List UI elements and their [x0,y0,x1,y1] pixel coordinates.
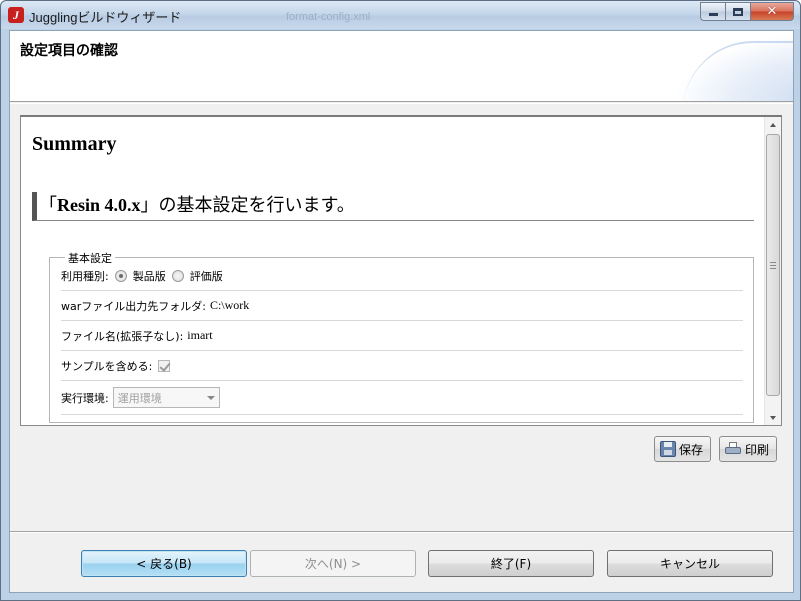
save-button[interactable]: 保存 [654,436,711,462]
close-button[interactable]: ✕ [751,2,794,21]
radio-product-label: 製品版 [132,269,166,283]
wizard-header: 設定項目の確認 [10,31,793,102]
summary-panel: Summary 「Resin 4.0.x」の基本設定を行います。 基本設定 利用… [20,115,782,426]
section-heading: 「Resin 4.0.x」の基本設定を行います。 [32,192,754,221]
print-button[interactable]: 印刷 [719,436,777,462]
war-output-row: warファイル出力先フォルダ: C:\work [61,291,743,321]
print-label: 印刷 [745,442,770,457]
save-disk-icon [660,441,676,457]
finish-button[interactable]: 終了(F) [428,550,594,577]
maximize-button[interactable] [726,2,751,21]
chevron-down-icon [206,395,215,400]
include-samples-label: サンプルを含める: [61,359,153,373]
window-controls: ✕ [700,2,794,21]
filename-value: imart [187,328,213,342]
war-output-value: C:\work [209,298,250,312]
section-bracket-open: 「 [39,195,57,215]
header-divider [10,103,793,104]
scroll-up-button[interactable] [765,117,781,133]
close-icon: ✕ [766,4,778,19]
section-product-name: Resin 4.0.x [57,195,141,215]
grip-icon [770,261,776,269]
cancel-button[interactable]: キャンセル [607,550,773,577]
arrow-down-icon [770,416,776,420]
section-bracket-close: 」 [140,195,159,215]
printer-icon [725,442,741,456]
section-text: の基本設定を行います。 [158,195,355,215]
war-output-label: warファイル出力先フォルダ: [61,299,206,313]
usage-type-row: 利用種別: 製品版 評価版 [61,261,743,291]
next-button[interactable]: 次へ(N) > [250,550,416,577]
radio-evaluation-edition[interactable] [171,269,184,282]
arrow-up-icon [770,123,776,127]
runtime-env-select[interactable]: 運用環境 [112,387,220,408]
wizard-client-area: 設定項目の確認 Summary 「Resin 4.0.x」の基本設定を行います。… [9,30,794,593]
page-title: 設定項目の確認 [20,43,118,59]
window-title: Jugglingビルドウィザード [29,10,182,25]
runtime-env-row: 実行環境: 運用環境 [61,381,743,415]
minimize-icon [708,12,718,16]
include-samples-row: サンプルを含める: [61,351,743,381]
scroll-down-button[interactable] [765,410,781,425]
maximize-icon [733,7,743,16]
basic-settings-group: 基本設定 利用種別: 製品版 評価版 warファイル出力先フォルダ: C:\wo… [49,250,754,423]
summary-content: Summary 「Resin 4.0.x」の基本設定を行います。 基本設定 利用… [21,117,765,425]
title-bar[interactable]: J Jugglingビルドウィザード format-config.xml ✕ [1,1,800,29]
filename-label: ファイル名(拡張子なし): [61,329,184,343]
minimize-button[interactable] [700,2,726,21]
save-label: 保存 [679,442,704,457]
radio-evaluation-label: 評価版 [189,269,223,283]
usage-type-label: 利用種別: [61,269,109,283]
juggling-app-icon: J [8,7,24,23]
summary-heading: Summary [32,133,117,155]
wizard-window: J Jugglingビルドウィザード format-config.xml ✕ 設… [0,0,801,601]
runtime-env-label: 実行環境: [61,391,109,405]
background-tab-ghost: format-config.xml [286,11,371,23]
back-button[interactable]: < 戻る(B) [81,550,247,577]
include-samples-checkbox[interactable] [158,359,171,372]
vertical-scrollbar[interactable] [764,117,781,425]
scroll-thumb[interactable] [766,134,780,396]
radio-product-edition[interactable] [114,269,127,282]
footer-divider-highlight [10,532,793,533]
runtime-env-value: 運用環境 [117,391,162,405]
filename-row: ファイル名(拡張子なし): imart [61,321,743,351]
